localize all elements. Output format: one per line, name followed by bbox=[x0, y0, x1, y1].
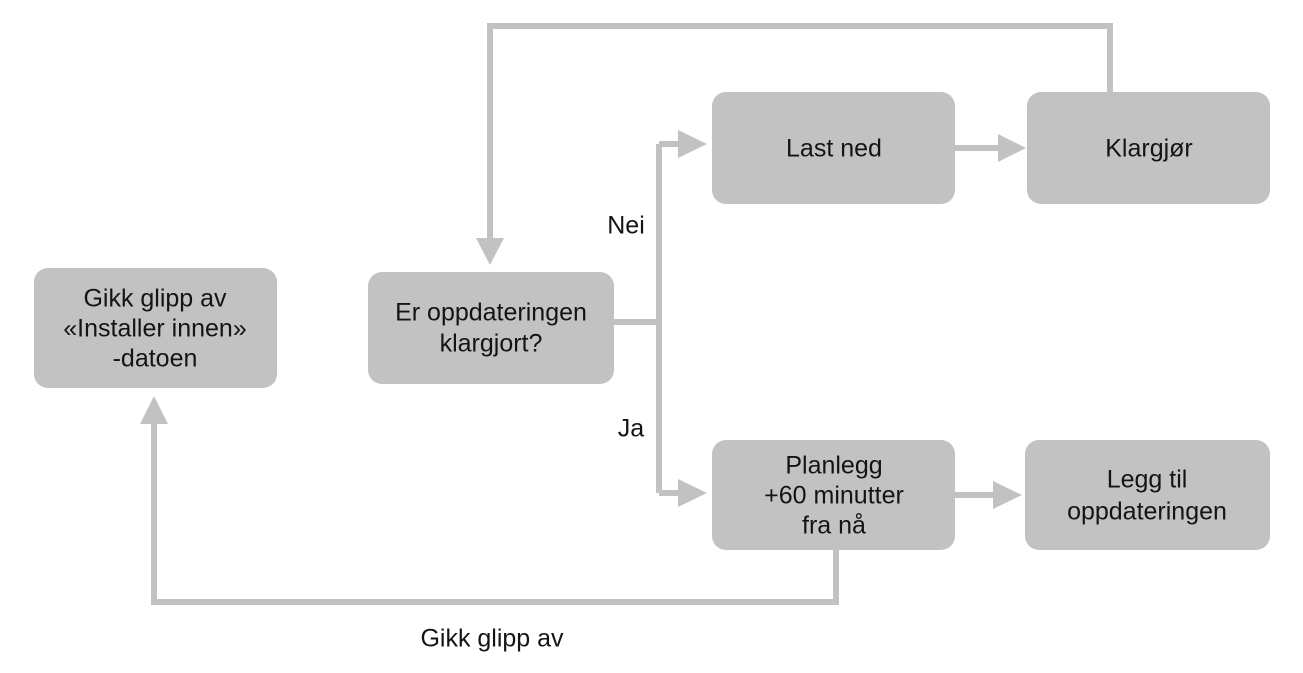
connector-download-to-prepare bbox=[955, 134, 1026, 162]
node-label-line: Gikk glipp av bbox=[83, 285, 227, 313]
arrowhead-to-add-update bbox=[993, 481, 1022, 509]
arrowhead-to-schedule bbox=[678, 479, 707, 507]
edge-label-no: Nei bbox=[607, 212, 645, 240]
edge-label-missed: Gikk glipp av bbox=[420, 625, 564, 653]
node-shape[interactable] bbox=[1025, 440, 1270, 550]
node-label-line: «Installer innen» bbox=[63, 315, 246, 343]
node-label-line: fra nå bbox=[802, 512, 866, 540]
node-label-line: Last ned bbox=[786, 135, 882, 163]
node-label-line: +60 minutter bbox=[764, 482, 904, 510]
node-label-line: klargjort? bbox=[440, 330, 543, 358]
arrowhead-to-download bbox=[678, 130, 707, 158]
node-label-line: Er oppdateringen bbox=[395, 299, 587, 327]
node-label-line: Legg til bbox=[1107, 466, 1188, 494]
arrowhead-to-prepare bbox=[998, 134, 1026, 162]
node-schedule-plus-60[interactable]: Planlegg +60 minutter fra nå bbox=[712, 440, 955, 550]
node-missed-install-by-date[interactable]: Gikk glipp av «Installer innen» -datoen bbox=[34, 268, 277, 388]
flowchart-canvas: Gikk glipp av «Installer innen» -datoen … bbox=[34, 23, 1270, 653]
connector-decision-branch bbox=[614, 130, 707, 507]
flowchart-diagram: Gikk glipp av «Installer innen» -datoen … bbox=[0, 0, 1303, 673]
arrowhead-up-to-missed bbox=[140, 396, 168, 424]
node-shape[interactable] bbox=[368, 272, 614, 384]
connector-schedule-to-add bbox=[955, 481, 1022, 509]
node-add-update[interactable]: Legg til oppdateringen bbox=[1025, 440, 1270, 550]
node-label-line: oppdateringen bbox=[1067, 498, 1227, 526]
arrowhead-down-to-decision bbox=[476, 238, 504, 265]
node-label-line: Klargjør bbox=[1105, 135, 1193, 163]
node-download[interactable]: Last ned bbox=[712, 92, 955, 204]
node-is-update-prepared[interactable]: Er oppdateringen klargjort? bbox=[368, 272, 614, 384]
node-label-line: Planlegg bbox=[785, 452, 882, 480]
node-prepare[interactable]: Klargjør bbox=[1027, 92, 1270, 204]
node-label-line: -datoen bbox=[113, 345, 198, 373]
edge-label-yes: Ja bbox=[618, 415, 645, 443]
